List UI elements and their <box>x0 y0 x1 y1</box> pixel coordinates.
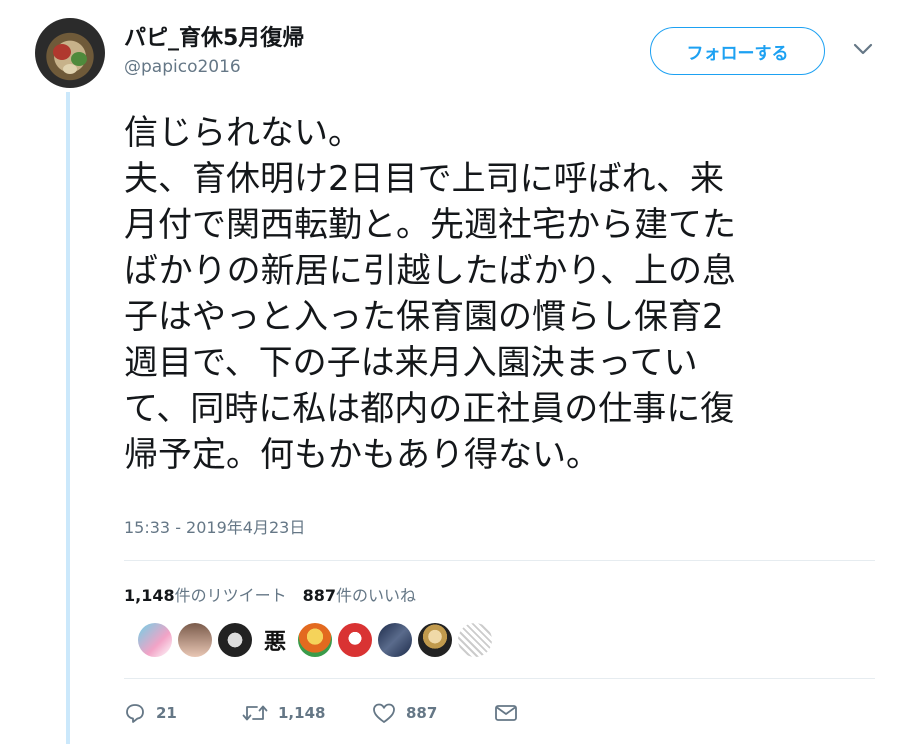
liker-avatar[interactable] <box>458 623 492 657</box>
retweet-count: 1,148 <box>278 704 326 722</box>
liker-avatar[interactable] <box>378 623 412 657</box>
like-stat[interactable]: 887件のいいね <box>303 586 416 605</box>
author-display-name[interactable]: パピ_育休5月復帰 <box>124 20 304 52</box>
tweet-line: 月付で関西転勤と。先週社宅から建てた <box>124 205 736 245</box>
follow-button[interactable]: フォローする <box>650 27 825 75</box>
liker-avatar[interactable] <box>338 623 372 657</box>
tweet-timestamp[interactable]: 15:33 - 2019年4月23日 <box>124 514 305 538</box>
tweet-actions: 21 1,148 887 <box>124 700 518 726</box>
liker-avatar[interactable] <box>418 623 452 657</box>
reply-button[interactable]: 21 <box>124 702 242 724</box>
liker-avatar[interactable] <box>178 623 212 657</box>
chevron-down-icon[interactable] <box>852 42 874 56</box>
like-count: 887 <box>406 704 438 722</box>
like-button[interactable]: 887 <box>372 702 494 724</box>
direct-message-button[interactable] <box>494 703 518 723</box>
thread-line <box>66 92 70 744</box>
liker-avatar[interactable] <box>298 623 332 657</box>
reply-icon <box>126 704 144 723</box>
retweet-button[interactable]: 1,148 <box>242 702 372 724</box>
tweet-line: ばかりの新居に引越したばかり、上の息 <box>124 251 736 291</box>
tweet-line: 子はやっと入った保育園の慣らし保育2 <box>124 297 724 337</box>
tweet-line: 週目で、下の子は来月入園決まってい <box>124 343 698 383</box>
liker-avatar[interactable] <box>138 623 172 657</box>
heart-icon <box>373 703 395 723</box>
author-avatar[interactable] <box>35 18 105 88</box>
tweet-stats: 1,148件のリツイート 887件のいいね <box>124 582 416 606</box>
tweet-line: て、同時に私は都内の正社員の仕事に復 <box>124 389 735 429</box>
reply-count: 21 <box>156 704 177 722</box>
tweet-text: 信じられない。 夫、育休明け2日目で上司に呼ばれ、来 月付で関西転勤と。先週社宅… <box>124 110 884 478</box>
divider <box>124 678 875 679</box>
tweet-line: 帰予定。何もかもあり得ない。 <box>124 435 600 475</box>
liker-avatar[interactable] <box>218 623 252 657</box>
retweet-icon <box>242 705 268 721</box>
author-handle[interactable]: @papico2016 <box>124 57 241 77</box>
liker-avatar[interactable]: 悪 <box>258 623 292 657</box>
retweet-stat[interactable]: 1,148件のリツイート <box>124 586 287 605</box>
mail-icon <box>495 705 517 721</box>
divider <box>124 560 875 561</box>
liker-avatars: 悪 <box>138 623 492 657</box>
tweet-line: 信じられない。 <box>124 113 362 153</box>
tweet-line: 夫、育休明け2日目で上司に呼ばれ、来 <box>124 159 724 199</box>
